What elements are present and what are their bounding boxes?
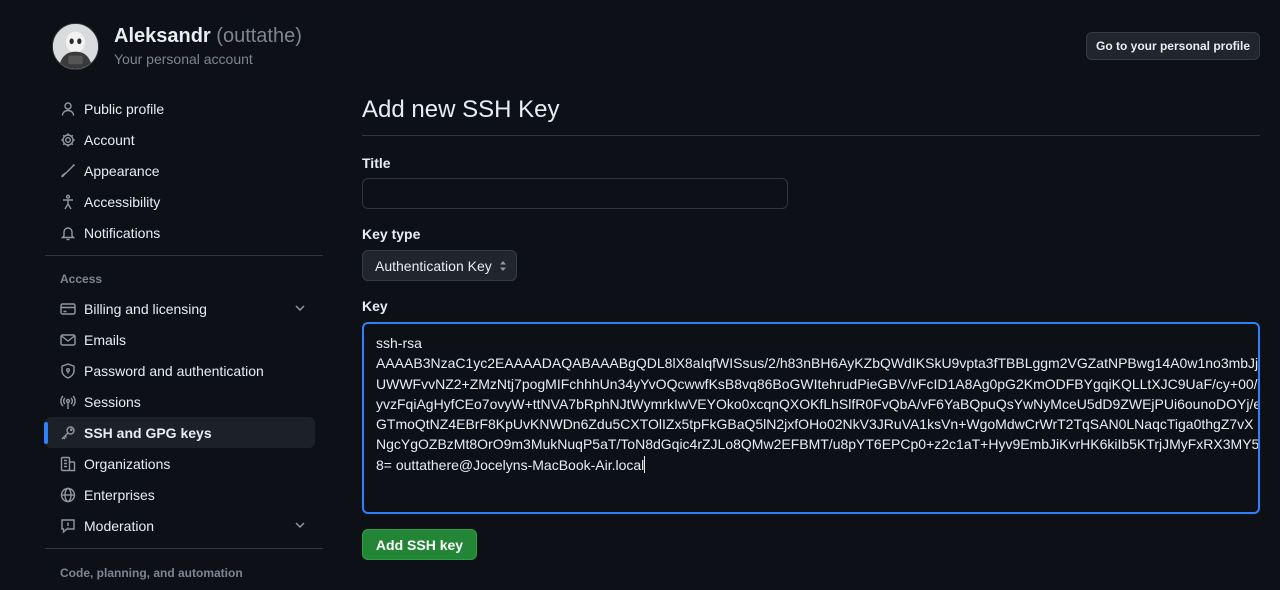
sidebar-item-label: Emails bbox=[84, 331, 127, 348]
report-icon bbox=[60, 518, 76, 534]
account-name: Aleksandr (outtathe) bbox=[114, 25, 302, 48]
key-line: UWWFvvNZ2+ZMzNtj7pogMIFchhhUn34yYvOQcwwf… bbox=[376, 375, 1258, 392]
account-subtitle: Your personal account bbox=[114, 51, 253, 67]
sidebar-item-sessions[interactable]: Sessions bbox=[45, 386, 315, 417]
credit-card-icon bbox=[60, 301, 76, 317]
page-title: Add new SSH Key bbox=[362, 96, 560, 123]
sidebar-item-accessibility[interactable]: Accessibility bbox=[45, 186, 315, 217]
person-icon bbox=[60, 101, 76, 117]
sidebar-item-label: Public profile bbox=[84, 100, 165, 117]
sidebar-item-label: Enterprises bbox=[84, 486, 155, 503]
key-textarea[interactable]: ssh-rsa AAAAB3NzaC1yc2EAAAADAQABAAABgQDL8… bbox=[362, 322, 1260, 514]
organization-icon bbox=[60, 456, 76, 472]
sidebar-item-enterprises[interactable]: Enterprises bbox=[45, 479, 315, 510]
text-caret bbox=[644, 455, 646, 473]
key-line: NgcYgOZBzMt8OrO9m3MukNuqP5aT/ToN8dGqic4r… bbox=[376, 436, 1260, 453]
go-to-profile-button[interactable]: Go to your personal profile bbox=[1086, 32, 1260, 60]
sidebar-item-public-profile[interactable]: Public profile bbox=[45, 93, 315, 124]
key-line: ssh-rsa bbox=[376, 335, 422, 351]
sidebar-divider bbox=[45, 255, 323, 256]
globe-icon bbox=[60, 487, 76, 503]
title-divider bbox=[362, 135, 1260, 136]
sidebar-item-label: Accessibility bbox=[84, 193, 161, 210]
accessibility-icon bbox=[60, 194, 76, 210]
sidebar-item-label: Sessions bbox=[84, 393, 141, 410]
key-type-select[interactable]: Authentication Key bbox=[362, 250, 517, 281]
sidebar-item-ssh-gpg-keys[interactable]: SSH and GPG keys bbox=[44, 417, 315, 448]
sidebar-heading-access: Access bbox=[60, 272, 103, 286]
paintbrush-icon bbox=[60, 163, 76, 179]
sidebar-item-label: SSH and GPG keys bbox=[84, 424, 212, 441]
key-label: Key bbox=[362, 298, 388, 314]
sidebar-item-label: Password and authentication bbox=[84, 362, 264, 379]
sidebar-item-label: Notifications bbox=[84, 224, 161, 241]
sidebar-heading-code-planning: Code, planning, and automation bbox=[60, 566, 243, 580]
key-line: yvzFqiAgHyfCEo7ovyW+ttNVA7bRphNJtWymrkIw… bbox=[376, 395, 1260, 412]
sidebar-item-label: Moderation bbox=[84, 517, 155, 534]
sidebar-item-appearance[interactable]: Appearance bbox=[45, 155, 315, 186]
key-line: AAAAB3NzaC1yc2EAAAADAQABAAABgQDL8lX8aIqf… bbox=[376, 355, 1259, 372]
sidebar-item-organizations[interactable]: Organizations bbox=[45, 448, 315, 479]
sidebar-item-emails[interactable]: Emails bbox=[45, 324, 315, 355]
key-line: 8= outtathere@Jocelyns-MacBook-Air.local bbox=[376, 456, 645, 473]
sidebar-item-billing[interactable]: Billing and licensing bbox=[45, 293, 315, 324]
broadcast-icon bbox=[60, 394, 76, 410]
sidebar-item-label: Organizations bbox=[84, 455, 171, 472]
title-label: Title bbox=[362, 155, 391, 171]
sidebar-item-account[interactable]: Account bbox=[45, 124, 315, 155]
key-type-selected-value: Authentication Key bbox=[375, 257, 492, 274]
chevron-down-icon[interactable] bbox=[293, 301, 307, 315]
sidebar-item-notifications[interactable]: Notifications bbox=[45, 217, 315, 248]
shield-lock-icon bbox=[60, 362, 76, 379]
avatar[interactable] bbox=[52, 23, 99, 70]
sidebar-item-password-auth[interactable]: Password and authentication bbox=[45, 355, 315, 386]
mail-icon bbox=[60, 332, 76, 348]
chevron-down-icon[interactable] bbox=[293, 518, 307, 532]
sidebar-item-label: Account bbox=[84, 131, 135, 148]
account-handle: (outtathe) bbox=[216, 25, 302, 47]
add-ssh-key-button[interactable]: Add SSH key bbox=[362, 529, 477, 560]
key-icon bbox=[60, 425, 76, 441]
sidebar-item-label: Appearance bbox=[84, 162, 160, 179]
account-display-name: Aleksandr bbox=[114, 25, 211, 47]
sidebar-divider bbox=[45, 548, 323, 549]
title-input[interactable] bbox=[362, 178, 788, 209]
select-arrows-icon bbox=[500, 261, 506, 271]
bell-icon bbox=[60, 225, 76, 241]
sidebar-item-moderation[interactable]: Moderation bbox=[45, 510, 315, 541]
sidebar-item-label: Billing and licensing bbox=[84, 300, 207, 317]
key-type-label: Key type bbox=[362, 226, 421, 242]
gear-icon bbox=[60, 132, 76, 148]
key-line: GTmoQtNZ4EBrF8KpUvKNWDn6Zdu5CXTOlIZx5tpF… bbox=[376, 416, 1254, 433]
